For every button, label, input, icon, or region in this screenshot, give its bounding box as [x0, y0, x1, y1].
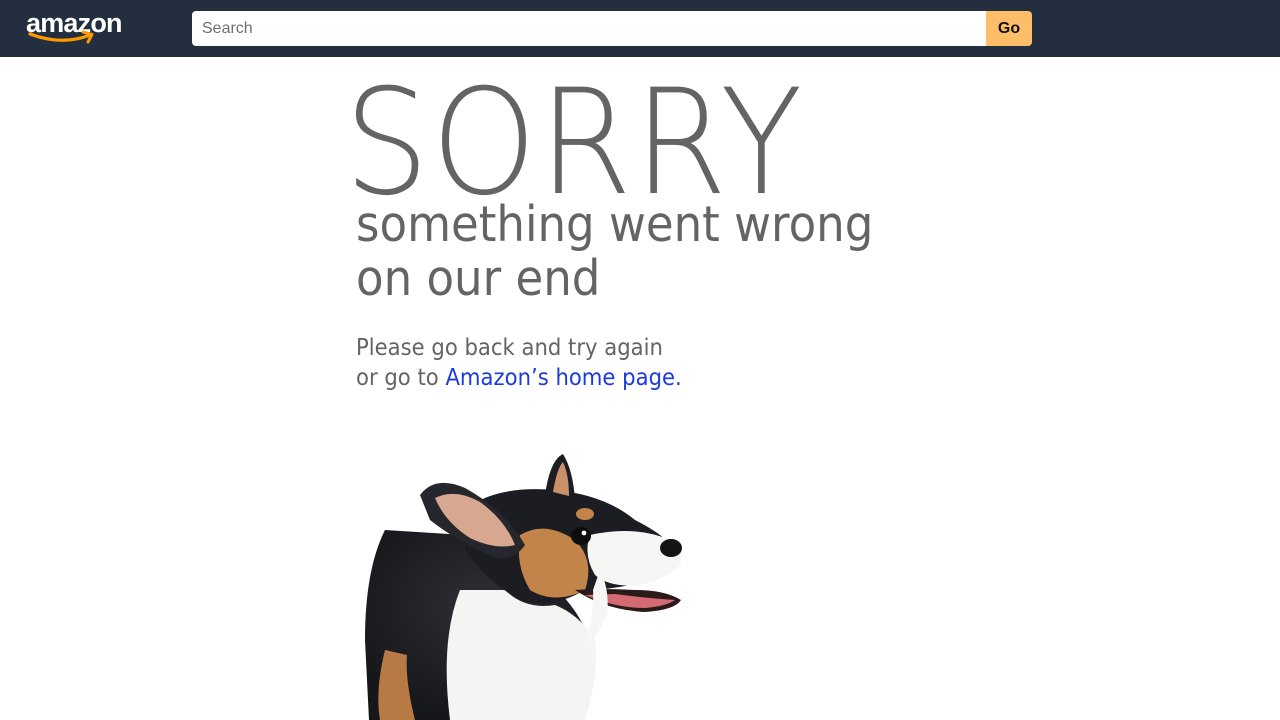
error-message: Please go back and try again or go to Am…	[356, 333, 682, 393]
subtitle-line-1: something went wrong	[356, 196, 874, 253]
message-line-2-prefix: or go to	[356, 365, 439, 391]
smile-arrow-icon	[28, 30, 94, 44]
search-input[interactable]	[192, 11, 986, 46]
message-line-2: or go to Amazon’s home page.	[356, 363, 682, 393]
go-button[interactable]: Go	[986, 11, 1032, 46]
dog-image	[365, 454, 682, 720]
top-navbar: amazon Go	[0, 0, 1280, 57]
message-line-1: Please go back and try again	[356, 335, 663, 361]
subtitle-line-2: on our end	[356, 250, 601, 307]
home-page-link[interactable]: Amazon’s home page.	[445, 365, 681, 391]
error-subtitle: something went wrong on our end	[356, 198, 873, 306]
amazon-logo[interactable]: amazon	[26, 8, 126, 46]
